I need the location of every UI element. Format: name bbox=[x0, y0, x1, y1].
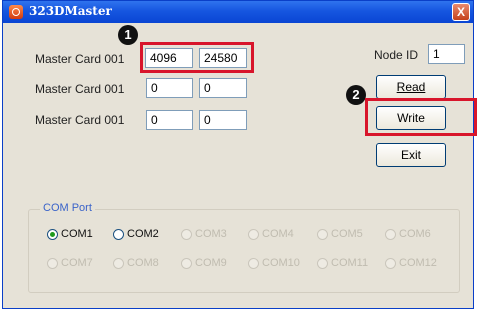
com-radio-label: COM5 bbox=[331, 228, 363, 240]
com-radio-com5: COM5 bbox=[317, 228, 363, 240]
close-button[interactable]: X bbox=[452, 3, 470, 21]
com-radio-label: COM7 bbox=[61, 257, 93, 269]
com-radio-com6: COM6 bbox=[385, 228, 431, 240]
com-radio-label: COM12 bbox=[399, 257, 437, 269]
read-button-label: Read bbox=[396, 80, 426, 94]
radio-button-icon bbox=[181, 228, 192, 240]
radio-button-icon bbox=[248, 257, 259, 269]
com-radio-label: COM8 bbox=[127, 257, 159, 269]
title-bar: 323DMaster X bbox=[3, 1, 473, 23]
node-id-label: Node ID bbox=[374, 48, 419, 62]
app-icon bbox=[9, 5, 23, 19]
com-radio-label: COM1 bbox=[61, 228, 93, 240]
radio-button-icon[interactable] bbox=[47, 228, 58, 240]
write-button[interactable]: Write bbox=[376, 106, 446, 130]
com-radio-com4: COM4 bbox=[248, 228, 294, 240]
callout-marker-1: 1 bbox=[118, 25, 138, 45]
radio-button-icon bbox=[317, 228, 328, 240]
com-radio-label: COM6 bbox=[399, 228, 431, 240]
node-id-field[interactable] bbox=[428, 44, 465, 64]
com-radio-label: COM11 bbox=[331, 257, 369, 269]
com-radio-com11: COM11 bbox=[317, 257, 368, 269]
master-card-label-1: Master Card 001 bbox=[35, 52, 125, 66]
com-radio-com8: COM8 bbox=[113, 257, 159, 269]
com-radio-com3: COM3 bbox=[181, 228, 227, 240]
com-radio-label: COM4 bbox=[262, 228, 294, 240]
master-card-2-field-b[interactable] bbox=[199, 78, 247, 98]
exit-button[interactable]: Exit bbox=[376, 143, 446, 167]
com-radio-com10: COM10 bbox=[248, 257, 300, 269]
com-port-title: COM Port bbox=[40, 202, 95, 214]
master-card-3-field-b[interactable] bbox=[199, 110, 247, 130]
com-radio-label: COM9 bbox=[195, 257, 227, 269]
radio-button-icon bbox=[317, 257, 328, 269]
com-radio-com12: COM12 bbox=[385, 257, 437, 269]
com-port-group bbox=[28, 209, 460, 293]
read-button[interactable]: Read bbox=[376, 75, 446, 99]
radio-button-icon[interactable] bbox=[113, 228, 124, 240]
write-button-label: Write bbox=[397, 111, 425, 125]
master-card-label-2: Master Card 001 bbox=[35, 82, 125, 96]
radio-button-icon bbox=[385, 228, 396, 240]
com-radio-com1[interactable]: COM1 bbox=[47, 228, 93, 240]
highlight-box-1 bbox=[140, 42, 254, 73]
com-radio-com9: COM9 bbox=[181, 257, 227, 269]
master-card-3-field-a[interactable] bbox=[146, 110, 193, 130]
window-title: 323DMaster bbox=[29, 4, 112, 18]
radio-button-icon bbox=[113, 257, 124, 269]
radio-button-icon bbox=[47, 257, 58, 269]
com-radio-label: COM3 bbox=[195, 228, 227, 240]
exit-button-label: Exit bbox=[400, 148, 421, 162]
radio-button-icon bbox=[385, 257, 396, 269]
radio-button-icon bbox=[181, 257, 192, 269]
master-card-2-field-a[interactable] bbox=[146, 78, 193, 98]
com-radio-com7: COM7 bbox=[47, 257, 93, 269]
master-card-label-3: Master Card 001 bbox=[35, 113, 125, 127]
radio-button-icon bbox=[248, 228, 259, 240]
com-radio-com2[interactable]: COM2 bbox=[113, 228, 159, 240]
com-radio-label: COM10 bbox=[262, 257, 300, 269]
com-radio-label: COM2 bbox=[127, 228, 159, 240]
callout-marker-2: 2 bbox=[346, 85, 366, 105]
